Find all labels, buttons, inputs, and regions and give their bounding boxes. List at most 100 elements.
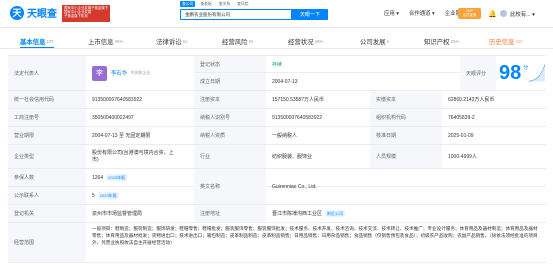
insured-cell: 1264 2023年报: [86, 169, 194, 186]
type-label: 企业类型: [8, 145, 86, 168]
bid-cell: 5 2023年报: [86, 187, 194, 204]
search-tab-company[interactable]: 查公司: [180, 1, 196, 7]
staff-size-value: 1000-4999人: [448, 154, 477, 160]
tab-intellectual-property[interactable]: 知识产权 999+: [424, 35, 460, 48]
english-name-value: Guirenniao Co., Ltd.: [272, 183, 317, 190]
org-code-label: 组织机构代码: [370, 109, 442, 126]
tab-label: 知识产权: [424, 39, 450, 46]
section-tabs: 基本信息 177 上市信息 999+ 法律诉讼 91 经营风险 99 经营状况 999+ …: [0, 35, 553, 49]
taxpayer-id-label: 纳税人识别号: [194, 109, 266, 126]
nav-partners[interactable]: 合作通道 ▾: [409, 9, 435, 17]
tab-label: 历史信息: [489, 39, 515, 46]
type-value-line: 市): [92, 156, 99, 163]
approval-value: 2025-01-09: [448, 132, 474, 139]
rating-trend-icon: [529, 64, 546, 82]
user-avatar[interactable]: [500, 10, 507, 17]
address-value: 晋江市陈埭沟西工业区: [272, 211, 323, 217]
type-value: 股份有限公司(台港澳与境内合资，上 市): [86, 145, 194, 168]
table-row: 统一社会信用代码 913500007640583922 注册资本 157150.…: [8, 91, 546, 109]
tab-count: 999+: [450, 39, 460, 44]
biz-reg-label: 工商注册号: [8, 109, 86, 126]
search-tab-risk[interactable]: 查风险: [235, 1, 250, 7]
nearby-companies-tag[interactable]: 附近公司: [325, 210, 346, 217]
logo[interactable]: 天 天眼查: [10, 5, 57, 20]
table-row: 登记机关 泉州市市场监督管理局 注册地址 晋江市陈埭沟西工业区 附近公司: [8, 205, 546, 223]
credit-code-value: 913500007640583922: [92, 96, 143, 103]
legal-rep-name[interactable]: 李石华: [111, 69, 127, 77]
tab-label: 经营风险: [222, 39, 248, 46]
user-menu[interactable]: 此校有... ▾: [510, 10, 535, 18]
status-value: 存续: [272, 61, 283, 68]
tab-count: 349: [515, 39, 523, 44]
status-label: 登记状态: [194, 56, 266, 72]
tab-label: 法律诉讼: [156, 39, 182, 46]
nav-apps[interactable]: 应用 ▾: [384, 9, 399, 17]
established-label: 成立日期: [194, 73, 266, 90]
tab-count: 999+: [114, 39, 124, 44]
search-tab-boss[interactable]: 查老板: [198, 1, 213, 7]
table-row: 成立日期 2004-07-13: [194, 73, 460, 91]
approval-label: 核准日期: [370, 127, 442, 144]
tab-company-development[interactable]: 公司发展 6: [360, 35, 389, 48]
search-input[interactable]: [181, 10, 291, 19]
logo-mark-icon: 天: [10, 5, 24, 20]
tab-label: 经营状况: [288, 39, 314, 46]
search-box: [180, 9, 292, 20]
bid-year-tag[interactable]: 2023年报: [97, 192, 119, 199]
address-label: 注册地址: [194, 205, 266, 222]
search-tab-relation[interactable]: 查关系: [217, 1, 232, 7]
biz-reg-value: 350500400022497: [92, 114, 134, 121]
english-name-label: 英文名称: [194, 169, 266, 204]
legal-rep-label: 法定代表人: [8, 56, 86, 90]
industry-value: 纺织服装、服饰业: [272, 154, 313, 160]
tab-label: 基本信息: [20, 38, 46, 46]
reg-capital-label: 注册资本: [194, 91, 266, 108]
search-button[interactable]: 天眼一下: [292, 9, 328, 20]
tab-operating-status[interactable]: 经营状况 999+: [288, 35, 324, 48]
slogan-line: 子基金旗下机构: [64, 14, 88, 19]
tab-operating-risk[interactable]: 经营风险 99: [222, 35, 253, 48]
table-row: 营业期限 2004-07-13 至 无固定期限 纳税人资质 一般纳税人 核准日期…: [8, 127, 546, 145]
search-type-tabs: 查公司 查老板 查关系 查风险: [180, 1, 251, 7]
table-row: 经营范围 一般项目：鞋制造；服装制造；服饰研发；鞋帽零售；鞋帽批发；服装服饰零售…: [8, 223, 546, 263]
taxpayer-qual-label: 纳税人资质: [194, 127, 266, 144]
tab-basic-info[interactable]: 基本信息 177: [20, 35, 54, 48]
tab-count: 6: [386, 39, 389, 44]
paid-capital-label: 实缴资本: [370, 91, 442, 108]
established-value: 2004-07-13: [272, 78, 298, 85]
legal-rep-cell: 李 李石华 共关联企业: [86, 56, 194, 90]
notification-bell-icon[interactable]: 🔔: [488, 10, 497, 18]
insured-label: 参保人数: [8, 169, 86, 186]
rating-score: 98: [499, 61, 522, 84]
legal-rep-note: 共关联企业: [130, 70, 151, 75]
rating-cell[interactable]: 98 分: [496, 56, 546, 90]
industry-label: 行业: [194, 145, 266, 168]
vip-badge-line2: 会员优惠: [462, 13, 477, 17]
tab-listing-info[interactable]: 上市信息 999+: [88, 35, 124, 48]
table-row: 企业类型 股份有限公司(台港澳与境内合资，上 市) 行业 纺织服装、服饰业 人员…: [8, 145, 546, 169]
type-value-line: 股份有限公司(台港澳与境内合资，上: [92, 149, 174, 156]
tab-count: 99: [248, 39, 254, 44]
tab-count: 177: [46, 38, 54, 44]
org-code-value: 76405839-2: [448, 114, 475, 121]
staff-size-label: 人员规模: [370, 145, 442, 168]
logo-text: 天眼查: [27, 9, 57, 20]
vip-badge[interactable]: OBP 会员优惠: [458, 8, 481, 19]
tab-litigation[interactable]: 法律诉讼 91: [156, 35, 187, 48]
tab-count: 999+: [314, 39, 324, 44]
legal-rep-avatar[interactable]: 李: [92, 65, 107, 81]
bid-label: 公示联系人: [8, 187, 86, 204]
table-row: 登记状态 存续: [194, 55, 460, 73]
table-row: 英文名称 Guirenniao Co., Ltd.: [194, 169, 546, 205]
term-value: 2004-07-13 至 无固定期限: [92, 133, 151, 139]
auth-value: 泉州市市场监督管理局: [92, 211, 143, 217]
rating-unit: 分: [523, 65, 529, 71]
term-label: 营业期限: [8, 127, 86, 144]
scope-value: 一般项目：鞋制造；服装制造；服饰研发；鞋帽零售；鞋帽批发；服装服饰零售；服装服饰…: [92, 226, 538, 246]
tab-history-info[interactable]: 历史信息 349: [489, 35, 523, 48]
table-row: 工商注册号 350500400022497 纳税人识别号 91350000764…: [8, 109, 546, 127]
slogan-banner: 国家中小企业发展子基金旗下机构 国家中小企业发展 子基金旗下机构: [62, 5, 110, 22]
top-header: 天 天眼查 国家中小企业发展子基金旗下机构 国家中小企业发展 子基金旗下机构 查…: [0, 0, 553, 28]
insured-year-tag[interactable]: 2023年报: [106, 174, 128, 181]
credit-code-label: 统一社会信用代码: [8, 91, 86, 108]
